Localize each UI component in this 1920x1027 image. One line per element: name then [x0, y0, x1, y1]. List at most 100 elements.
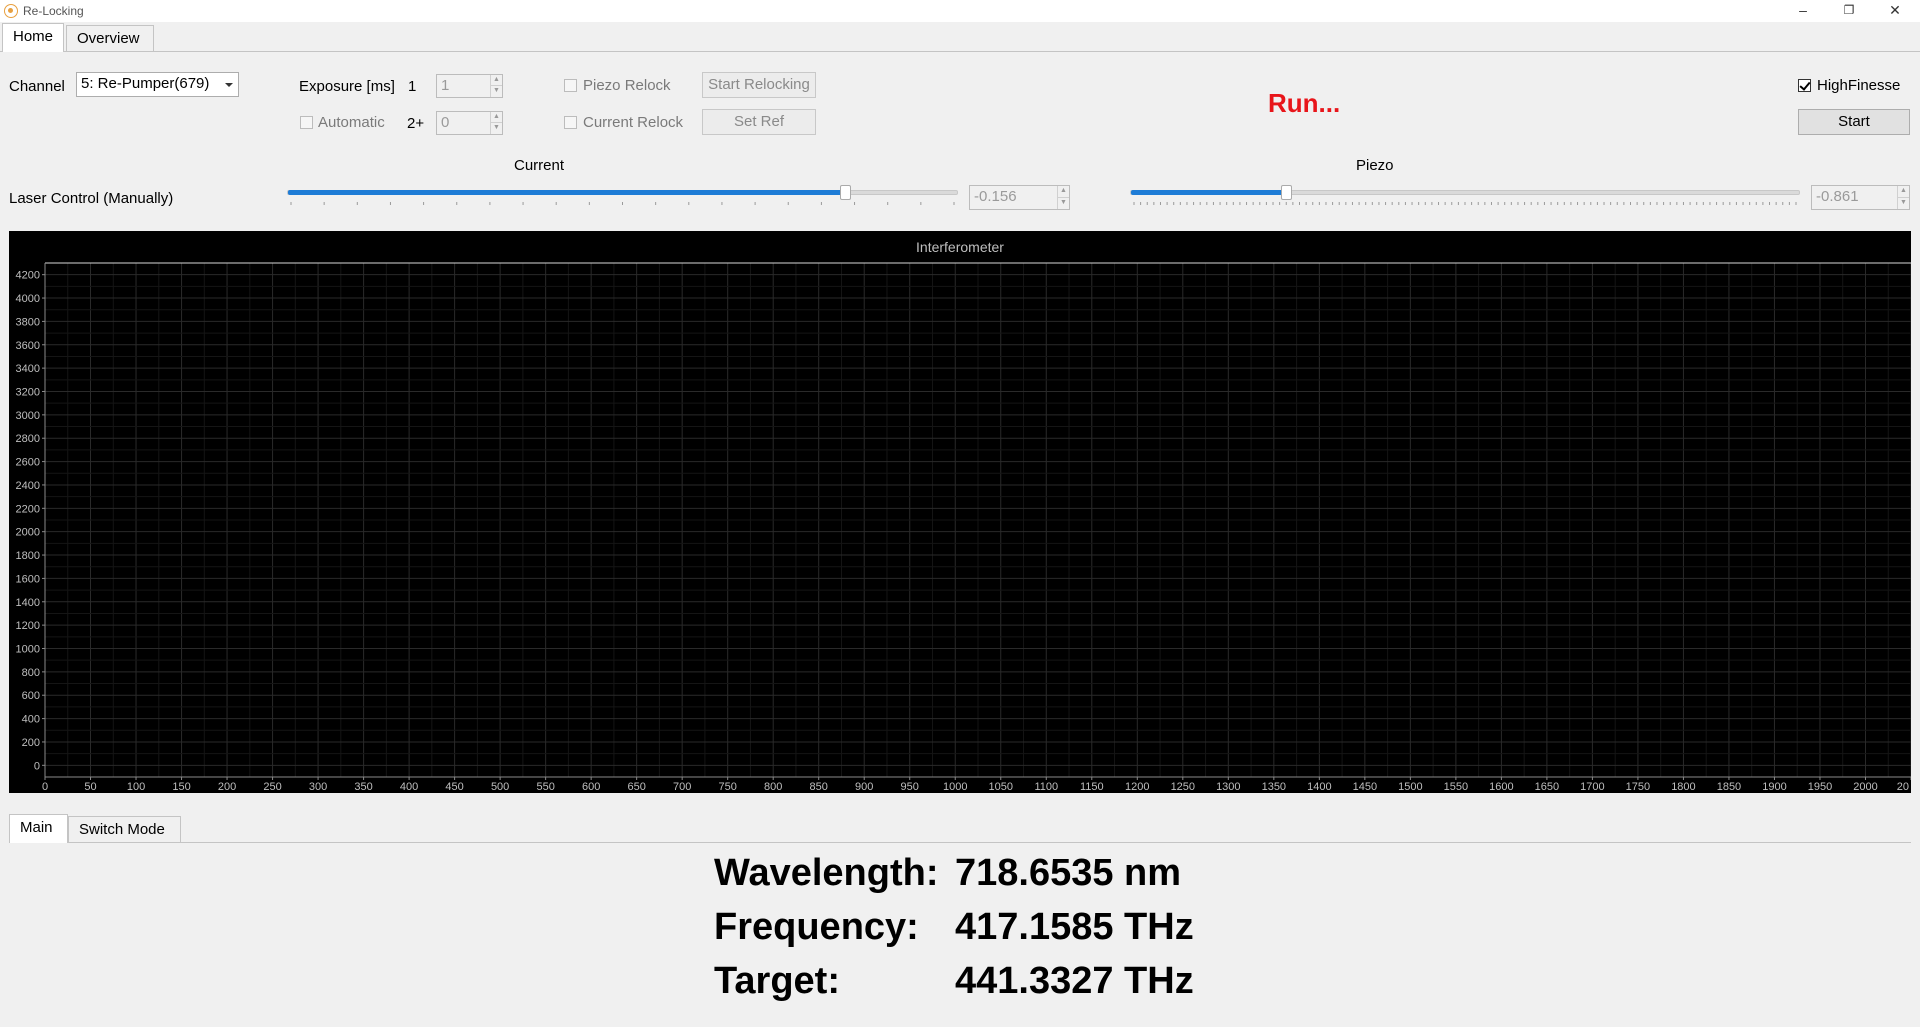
- stepper-up-icon[interactable]: ▲: [1057, 186, 1069, 198]
- exposure-stepper-2[interactable]: 0 ▲ ▼: [436, 111, 503, 135]
- exposure-value-2: 0: [441, 114, 450, 131]
- minimize-button[interactable]: –: [1780, 0, 1826, 22]
- stepper-up-icon[interactable]: ▲: [490, 112, 502, 123]
- stepper-down-icon[interactable]: ▼: [490, 123, 502, 134]
- x-tick-label: 1450: [1353, 781, 1377, 793]
- highfinesse-label: HighFinesse: [1817, 77, 1901, 94]
- x-tick-label: 300: [309, 781, 327, 793]
- x-tick-label: 1900: [1762, 781, 1786, 793]
- x-tick-label: 1200: [1125, 781, 1149, 793]
- x-tick-label: 1000: [943, 781, 967, 793]
- exposure-stepper-1[interactable]: 1 ▲ ▼: [436, 74, 503, 98]
- automatic-label: Automatic: [318, 114, 385, 131]
- current-value-stepper[interactable]: -0.156 ▲ ▼: [969, 185, 1070, 210]
- x-tick-label: 20: [1897, 781, 1909, 793]
- y-tick-label: 2400: [16, 480, 40, 492]
- x-tick-label: 450: [445, 781, 463, 793]
- x-tick-label: 500: [491, 781, 509, 793]
- channel-select[interactable]: 5: Re-Pumper(679): [76, 72, 239, 97]
- current-slider-handle[interactable]: [840, 185, 851, 200]
- target-value: 441.3327 THz: [955, 960, 1194, 1002]
- y-tick-label: 3400: [16, 363, 40, 375]
- piezo-slider-fill: [1131, 190, 1286, 195]
- highfinesse-checkbox[interactable]: [1798, 79, 1811, 92]
- x-tick-label: 350: [354, 781, 372, 793]
- x-tick-label: 1650: [1535, 781, 1559, 793]
- y-tick-label: 0: [34, 760, 40, 772]
- stepper-down-icon[interactable]: ▼: [1897, 197, 1909, 209]
- piezo-slider-handle[interactable]: [1281, 185, 1292, 200]
- wavelength-value: 718.6535 nm: [955, 852, 1182, 894]
- start-button[interactable]: Start: [1798, 109, 1910, 135]
- start-relocking-button[interactable]: Start Relocking: [702, 72, 816, 98]
- x-tick-label: 1400: [1307, 781, 1331, 793]
- stepper-up-icon[interactable]: ▲: [490, 75, 502, 86]
- x-tick-label: 800: [764, 781, 782, 793]
- y-tick-label: 1000: [16, 644, 40, 656]
- y-tick-label: 200: [22, 737, 40, 749]
- x-tick-label: 200: [218, 781, 236, 793]
- chevron-down-icon: [225, 83, 233, 87]
- current-slider-ticks: [290, 202, 955, 205]
- x-tick-label: 950: [901, 781, 919, 793]
- x-tick-label: 1700: [1580, 781, 1604, 793]
- exposure-index-1: 1: [408, 78, 417, 95]
- y-tick-label: 3000: [16, 410, 40, 422]
- y-tick-label: 1400: [16, 597, 40, 609]
- stepper-down-icon[interactable]: ▼: [1057, 197, 1069, 209]
- x-tick-label: 1300: [1216, 781, 1240, 793]
- maximize-button[interactable]: ❐: [1826, 0, 1872, 22]
- tab-main[interactable]: Main: [9, 814, 68, 843]
- x-tick-label: 900: [855, 781, 873, 793]
- x-tick-label: 850: [810, 781, 828, 793]
- x-tick-label: 1850: [1717, 781, 1741, 793]
- wavelength-label: Wavelength:: [714, 852, 939, 894]
- y-tick-label: 600: [22, 690, 40, 702]
- x-tick-label: 1250: [1171, 781, 1195, 793]
- piezo-relock-checkbox[interactable]: [564, 79, 577, 92]
- x-tick-label: 1550: [1444, 781, 1468, 793]
- x-tick-label: 400: [400, 781, 418, 793]
- y-tick-label: 4200: [16, 270, 40, 282]
- stepper-up-icon[interactable]: ▲: [1897, 186, 1909, 198]
- x-tick-label: 1750: [1626, 781, 1650, 793]
- exposure-index-2: 2+: [407, 115, 425, 132]
- tab-home[interactable]: Home: [2, 23, 64, 52]
- y-tick-label: 3600: [16, 340, 40, 352]
- bottom-tab-strip-divider: [9, 842, 1911, 843]
- title-bar: Re-Locking – ❐ ✕: [0, 0, 1920, 22]
- x-tick-label: 2000: [1853, 781, 1877, 793]
- run-status-text: Run...: [1268, 88, 1341, 118]
- chart-canvas: 0 200 400 600 800 1000 1200 1400 1600 1800 2000 220…: [16, 262, 1911, 793]
- x-tick-label: 1050: [989, 781, 1013, 793]
- x-tick-label: 650: [627, 781, 645, 793]
- x-tick-label: 600: [582, 781, 600, 793]
- automatic-checkbox[interactable]: [300, 116, 313, 129]
- y-tick-label: 2200: [16, 503, 40, 515]
- window-title: Re-Locking: [23, 4, 84, 18]
- current-slider[interactable]: [287, 185, 958, 200]
- current-slider-fill: [288, 190, 845, 195]
- piezo-value-stepper[interactable]: -0.861 ▲ ▼: [1811, 185, 1910, 210]
- piezo-slider[interactable]: [1130, 185, 1800, 200]
- laser-control-label: Laser Control (Manually): [9, 190, 174, 207]
- channel-label: Channel: [9, 78, 65, 95]
- y-tick-label: 3800: [16, 316, 40, 328]
- piezo-value: -0.861: [1816, 188, 1859, 205]
- close-button[interactable]: ✕: [1872, 0, 1918, 22]
- tab-overview[interactable]: Overview: [66, 25, 154, 51]
- y-tick-label: 2000: [16, 527, 40, 539]
- y-tick-label: 3200: [16, 387, 40, 399]
- stepper-down-icon[interactable]: ▼: [490, 86, 502, 97]
- current-relock-checkbox[interactable]: [564, 116, 577, 129]
- x-tick-label: 150: [172, 781, 190, 793]
- current-slider-label: Current: [514, 157, 565, 174]
- x-tick-label: 1350: [1262, 781, 1286, 793]
- x-tick-label: 550: [536, 781, 554, 793]
- piezo-slider-ticks: [1133, 202, 1797, 205]
- x-tick-label: 1800: [1671, 781, 1695, 793]
- set-ref-button[interactable]: Set Ref: [702, 109, 816, 135]
- y-tick-label: 1600: [16, 573, 40, 585]
- tab-switch-mode[interactable]: Switch Mode: [68, 816, 181, 842]
- exposure-label: Exposure [ms]: [299, 78, 395, 95]
